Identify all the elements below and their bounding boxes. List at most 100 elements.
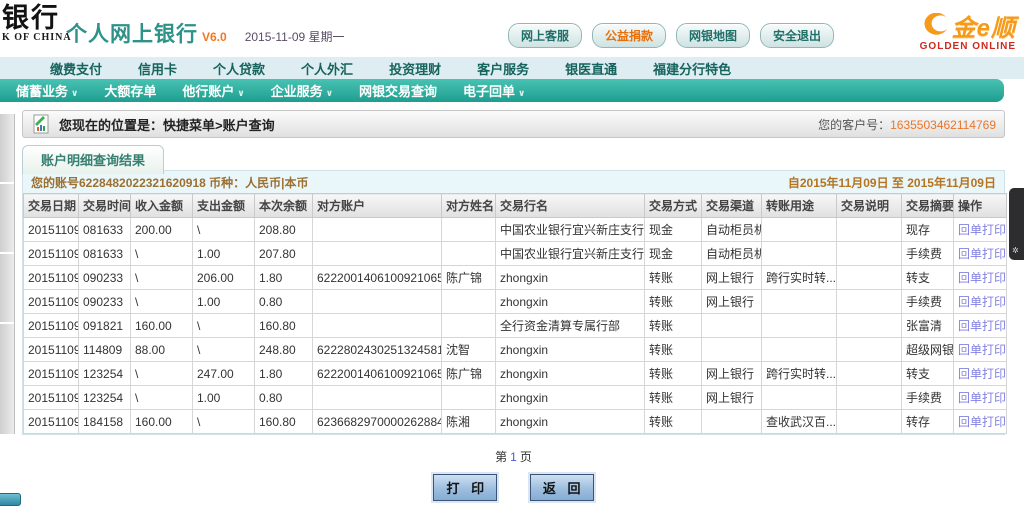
nav-item-银医直通[interactable]: 银医直通 (565, 59, 617, 78)
table-cell (837, 338, 902, 362)
nav-item-福建分行特色[interactable]: 福建分行特色 (653, 59, 731, 78)
table-cell-action: 回单打印 (954, 410, 1007, 434)
tab-account-detail-result[interactable]: 账户明细查询结果 (22, 145, 164, 174)
nav-item-个人贷款[interactable]: 个人贷款 (213, 59, 265, 78)
chevron-down-icon: ∨ (237, 88, 244, 98)
receipt-print-link[interactable]: 回单打印 (958, 343, 1006, 357)
nav2-item-大额存单[interactable]: 大额存单 (104, 81, 156, 100)
table-cell: 1.80 (255, 362, 313, 386)
page-title: 个人网上银行 (66, 18, 198, 48)
table-row: 20151109123254\247.001.80622200140610092… (24, 362, 1007, 386)
nav-item-缴费支付[interactable]: 缴费支付 (50, 59, 102, 78)
nav-item-投资理财[interactable]: 投资理财 (389, 59, 441, 78)
table-cell-action: 回单打印 (954, 338, 1007, 362)
receipt-print-link[interactable]: 回单打印 (958, 367, 1006, 381)
nav-item-个人外汇[interactable]: 个人外汇 (301, 59, 353, 78)
swoosh-icon (920, 13, 950, 39)
table-cell: 20151109 (24, 338, 79, 362)
table-cell: 6236682970000262884 (313, 410, 442, 434)
table-cell: 现金 (645, 218, 702, 242)
table-cell: 转账 (645, 362, 702, 386)
collapsed-sidebar[interactable] (0, 114, 15, 434)
corner-widget-icon[interactable] (0, 493, 21, 506)
table-cell: 090233 (79, 290, 131, 314)
table-cell: \ (131, 266, 193, 290)
back-button[interactable]: 返 回 (530, 474, 594, 501)
table-cell: 160.00 (131, 314, 193, 338)
nav2-item-电子回单[interactable]: 电子回单∨ (463, 81, 525, 100)
table-cell: 091821 (79, 314, 131, 338)
breadcrumb-location: 您现在的位置是：快捷菜单>账户查询 (59, 115, 275, 134)
column-header-交易渠道: 交易渠道 (702, 194, 762, 218)
table-cell: 123254 (79, 386, 131, 410)
table-cell: 转账 (645, 410, 702, 434)
table-cell: zhongxin (496, 386, 645, 410)
table-cell: zhongxin (496, 266, 645, 290)
table-cell: 20151109 (24, 410, 79, 434)
receipt-print-link[interactable]: 回单打印 (958, 271, 1006, 285)
table-cell (837, 266, 902, 290)
nav2-item-网银交易查询[interactable]: 网银交易查询 (359, 81, 437, 100)
table-cell: 网上银行 (702, 362, 762, 386)
table-cell (702, 410, 762, 434)
nav-item-信用卡[interactable]: 信用卡 (138, 59, 177, 78)
table-cell: 现金 (645, 242, 702, 266)
header-button-网上客服[interactable]: 网上客服 (508, 23, 582, 48)
table-cell (442, 218, 496, 242)
receipt-print-link[interactable]: 回单打印 (958, 415, 1006, 429)
table-cell (313, 242, 442, 266)
nav2-item-企业服务[interactable]: 企业服务∨ (271, 81, 333, 100)
table-cell-action: 回单打印 (954, 362, 1007, 386)
table-cell (837, 218, 902, 242)
print-button[interactable]: 打 印 (433, 474, 497, 501)
table-row: 20151109123254\1.000.80zhongxin转账网上银行手续费… (24, 386, 1007, 410)
table-cell: 手续费 (902, 386, 954, 410)
nav-item-客户服务[interactable]: 客户服务 (477, 59, 529, 78)
table-cell: 0.80 (255, 386, 313, 410)
receipt-print-link[interactable]: 回单打印 (958, 223, 1006, 237)
header-button-安全退出[interactable]: 安全退出 (760, 23, 834, 48)
receipt-print-link[interactable]: 回单打印 (958, 247, 1006, 261)
table-cell-action: 回单打印 (954, 386, 1007, 410)
column-header-本次余额: 本次余额 (255, 194, 313, 218)
table-cell: 1.80 (255, 266, 313, 290)
table-cell: 中国农业银行宜兴新庄支行 (496, 218, 645, 242)
table-cell (702, 338, 762, 362)
nav2-item-储蓄业务[interactable]: 储蓄业务∨ (16, 81, 78, 100)
table-cell: 0.80 (255, 290, 313, 314)
table-cell: 网上银行 (702, 266, 762, 290)
table-cell: 20151109 (24, 386, 79, 410)
table-cell: 沈智 (442, 338, 496, 362)
table-cell-action: 回单打印 (954, 290, 1007, 314)
receipt-print-link[interactable]: 回单打印 (958, 319, 1006, 333)
table-cell (313, 386, 442, 410)
table-cell: 转账 (645, 386, 702, 410)
table-cell (762, 242, 837, 266)
table-cell (762, 290, 837, 314)
brand-subtitle: GOLDEN ONLINE (866, 41, 1016, 52)
table-cell: 转支 (902, 266, 954, 290)
nav2-item-他行账户[interactable]: 他行账户∨ (182, 81, 244, 100)
table-cell: 123254 (79, 362, 131, 386)
header-button-公益捐款[interactable]: 公益捐款 (592, 23, 666, 48)
table-cell: 跨行实时转... (762, 266, 837, 290)
floating-side-widget[interactable]: ✲ (1009, 188, 1024, 260)
table-cell: \ (193, 410, 255, 434)
table-cell (837, 410, 902, 434)
receipt-print-link[interactable]: 回单打印 (958, 295, 1006, 309)
column-header-交易行名: 交易行名 (496, 194, 645, 218)
header-button-网银地图[interactable]: 网银地图 (676, 23, 750, 48)
table-cell: 中国农业银行宜兴新庄支行 (496, 242, 645, 266)
table-header-row: 交易日期交易时间收入金额支出金额本次余额对方账户对方姓名交易行名交易方式交易渠道… (24, 194, 1007, 218)
table-cell-action: 回单打印 (954, 314, 1007, 338)
receipt-print-link[interactable]: 回单打印 (958, 391, 1006, 405)
page-suffix: 页 (520, 450, 532, 464)
table-cell (762, 386, 837, 410)
table-cell: 转账 (645, 338, 702, 362)
table-cell: \ (131, 242, 193, 266)
table-cell: 网上银行 (702, 386, 762, 410)
table-cell: 20151109 (24, 362, 79, 386)
widget-glyph-icon: ✲ (1012, 246, 1019, 255)
table-body: 20151109081633200.00\208.80中国农业银行宜兴新庄支行现… (24, 218, 1007, 434)
table-row: 20151109081633\1.00207.80中国农业银行宜兴新庄支行现金自… (24, 242, 1007, 266)
